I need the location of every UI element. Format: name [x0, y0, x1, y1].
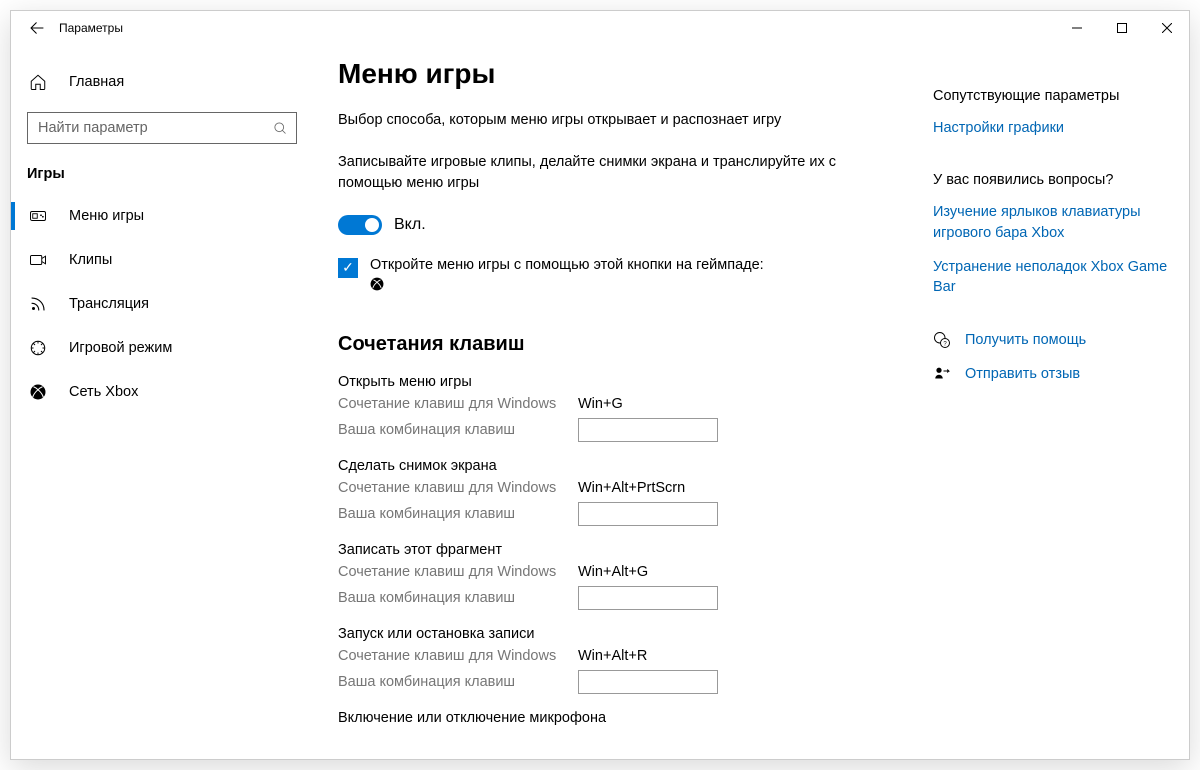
- home-label: Главная: [69, 74, 124, 90]
- user-shortcut-label: Ваша комбинация клавиш: [338, 674, 578, 690]
- shortcut-title: Запуск или остановка записи: [338, 626, 903, 642]
- windows-shortcut-value: Win+G: [578, 396, 623, 412]
- close-icon: [1162, 23, 1172, 33]
- windows-shortcut-value: Win+Alt+PrtScrn: [578, 480, 685, 496]
- sidebar-item-label: Трансляция: [69, 296, 149, 312]
- controller-checkbox[interactable]: ✓: [338, 258, 358, 278]
- feedback-icon: [933, 365, 951, 383]
- sidebar: Главная Найти параметр Игры Меню игры: [11, 44, 316, 759]
- support-section: ? Получить помощь Отправить отзыв: [933, 331, 1168, 383]
- windows-shortcut-label: Сочетание клавиш для Windows: [338, 648, 578, 664]
- questions-heading: У вас появились вопросы?: [933, 172, 1168, 188]
- home-icon: [29, 73, 47, 91]
- shortcut-title: Сделать снимок экрана: [338, 458, 903, 474]
- check-content: Откройте меню игры с помощью этой кнопки…: [370, 257, 764, 295]
- description-2: Записывайте игровые клипы, делайте снимк…: [338, 152, 903, 193]
- shortcut-title: Включение или отключение микрофона: [338, 710, 903, 726]
- sidebar-item-game-menu[interactable]: Меню игры: [11, 194, 316, 238]
- sidebar-item-label: Клипы: [69, 252, 112, 268]
- minimize-button[interactable]: [1054, 11, 1099, 44]
- maximize-icon: [1117, 23, 1127, 33]
- user-shortcut-label: Ваша комбинация клавиш: [338, 506, 578, 522]
- xbox-icon: [29, 383, 47, 401]
- toggle-row: Вкл.: [338, 215, 903, 235]
- main-column: Меню игры Выбор способа, которым меню иг…: [338, 58, 903, 759]
- shortcut-title: Открыть меню игры: [338, 374, 903, 390]
- main-panel: Меню игры Выбор способа, которым меню иг…: [316, 44, 1189, 759]
- settings-window: Параметры Главная Найти параметр: [10, 10, 1190, 760]
- keyboard-shortcuts-link[interactable]: Изучение ярлыков клавиатуры игрового бар…: [933, 202, 1168, 243]
- controller-check-row: ✓ Откройте меню игры с помощью этой кноп…: [338, 257, 903, 295]
- toggle-label: Вкл.: [394, 216, 426, 234]
- shortcut-group: Сделать снимок экрана Сочетание клавиш д…: [338, 458, 903, 526]
- description-1: Выбор способа, которым меню игры открыва…: [338, 110, 903, 130]
- home-link[interactable]: Главная: [11, 62, 316, 102]
- troubleshoot-link[interactable]: Устранение неполадок Xbox Game Bar: [933, 257, 1168, 298]
- check-label: Откройте меню игры с помощью этой кнопки…: [370, 257, 764, 273]
- maximize-button[interactable]: [1099, 11, 1144, 44]
- questions-section: У вас появились вопросы? Изучение ярлыко…: [933, 172, 1168, 297]
- window-controls: [1054, 11, 1189, 44]
- right-column: Сопутствующие параметры Настройки график…: [933, 58, 1168, 759]
- help-icon: ?: [933, 331, 951, 349]
- user-shortcut-label: Ваша комбинация клавиш: [338, 422, 578, 438]
- user-shortcut-input[interactable]: [578, 586, 718, 610]
- windows-shortcut-value: Win+Alt+R: [578, 648, 647, 664]
- section-title: Игры: [11, 158, 316, 194]
- arrow-left-icon: [28, 19, 46, 37]
- search-container: Найти параметр: [11, 102, 316, 158]
- titlebar: Параметры: [11, 11, 1189, 44]
- minimize-icon: [1072, 23, 1082, 33]
- related-heading: Сопутствующие параметры: [933, 88, 1168, 104]
- user-shortcut-input[interactable]: [578, 502, 718, 526]
- search-icon: [273, 121, 288, 136]
- help-label: Получить помощь: [965, 332, 1086, 348]
- clips-icon: [29, 251, 47, 269]
- content-area: Главная Найти параметр Игры Меню игры: [11, 44, 1189, 759]
- shortcut-title: Записать этот фрагмент: [338, 542, 903, 558]
- broadcast-icon: [29, 295, 47, 313]
- game-mode-icon: [29, 339, 47, 357]
- sidebar-item-game-mode[interactable]: Игровой режим: [11, 326, 316, 370]
- sidebar-item-broadcast[interactable]: Трансляция: [11, 282, 316, 326]
- close-button[interactable]: [1144, 11, 1189, 44]
- game-bar-toggle[interactable]: [338, 215, 382, 235]
- windows-shortcut-label: Сочетание клавиш для Windows: [338, 396, 578, 412]
- game-bar-icon: [29, 207, 47, 225]
- search-input[interactable]: Найти параметр: [27, 112, 297, 144]
- shortcut-group: Запуск или остановка записи Сочетание кл…: [338, 626, 903, 694]
- sidebar-item-label: Меню игры: [69, 208, 144, 224]
- windows-shortcut-label: Сочетание клавиш для Windows: [338, 480, 578, 496]
- sidebar-item-xbox-network[interactable]: Сеть Xbox: [11, 370, 316, 414]
- search-placeholder: Найти параметр: [38, 120, 273, 136]
- related-section: Сопутствующие параметры Настройки график…: [933, 88, 1168, 138]
- sidebar-item-clips[interactable]: Клипы: [11, 238, 316, 282]
- windows-shortcut-label: Сочетание клавиш для Windows: [338, 564, 578, 580]
- xbox-controller-icon: [370, 277, 384, 291]
- feedback-label: Отправить отзыв: [965, 366, 1080, 382]
- back-button[interactable]: [17, 11, 57, 44]
- user-shortcut-input[interactable]: [578, 418, 718, 442]
- window-title: Параметры: [57, 21, 123, 35]
- sidebar-item-label: Сеть Xbox: [69, 384, 138, 400]
- get-help-link[interactable]: ? Получить помощь: [933, 331, 1168, 349]
- user-shortcut-input[interactable]: [578, 670, 718, 694]
- shortcut-group: Открыть меню игры Сочетание клавиш для W…: [338, 374, 903, 442]
- graphics-settings-link[interactable]: Настройки графики: [933, 118, 1168, 138]
- shortcut-group: Записать этот фрагмент Сочетание клавиш …: [338, 542, 903, 610]
- sidebar-item-label: Игровой режим: [69, 340, 172, 356]
- feedback-link[interactable]: Отправить отзыв: [933, 365, 1168, 383]
- windows-shortcut-value: Win+Alt+G: [578, 564, 648, 580]
- user-shortcut-label: Ваша комбинация клавиш: [338, 590, 578, 606]
- page-heading: Меню игры: [338, 58, 903, 90]
- shortcuts-heading: Сочетания клавиш: [338, 333, 903, 356]
